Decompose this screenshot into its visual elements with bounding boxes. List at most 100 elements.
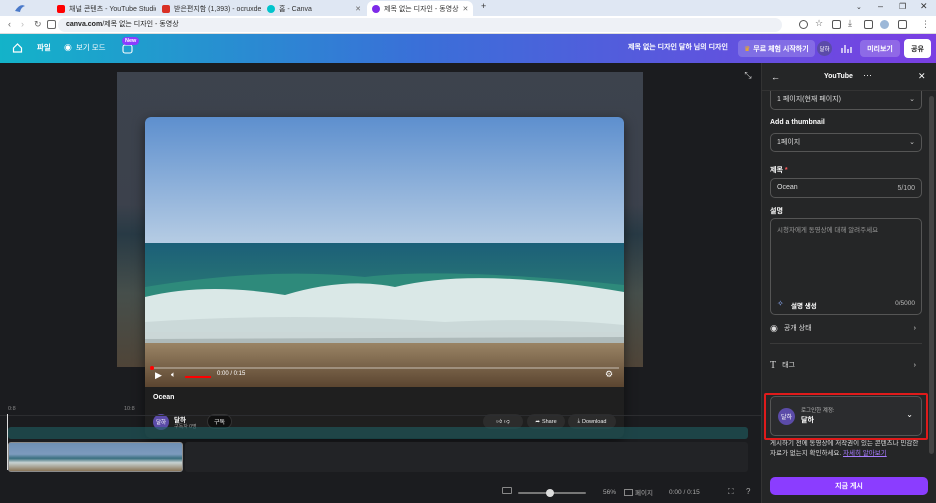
window-close-icon[interactable]: ✕ — [920, 1, 928, 12]
try-free-button[interactable]: ♛ 무료 체험 시작하기 — [738, 40, 815, 57]
browser-tab-bar: 채널 콘텐츠 - YouTube Studio ✕ 받은편지함 (1,393) … — [0, 0, 936, 16]
more-options-icon[interactable]: ··· — [863, 70, 872, 80]
video-progress-track[interactable] — [150, 366, 619, 370]
learn-more-link[interactable]: 자세히 알아보기 — [843, 450, 887, 457]
collapse-icon[interactable]: ⤡ — [739, 70, 757, 84]
tab-search-chevron-icon[interactable]: ⌄ — [856, 3, 862, 11]
sparkle-icon: ✧ — [777, 299, 784, 308]
reload-icon[interactable]: ↻ — [34, 19, 42, 30]
required-mark: * — [784, 167, 788, 174]
profile-icon[interactable] — [880, 20, 889, 29]
user-avatar[interactable]: 달하 — [817, 41, 832, 56]
zoom-slider-thumb[interactable] — [546, 489, 554, 497]
file-menu-button[interactable]: 파일 — [37, 42, 51, 53]
description-textarea[interactable]: 시청자에게 동영상에 대해 알려주세요 ✧ 설명 생성 0/5000 — [770, 218, 922, 315]
share-button[interactable]: 공유 — [904, 39, 931, 58]
close-icon[interactable]: ✕ — [463, 5, 469, 13]
insights-chart-icon[interactable] — [840, 42, 852, 54]
extension-icon[interactable] — [832, 20, 841, 29]
sidebar-icon[interactable] — [898, 20, 907, 29]
notes-icon[interactable] — [502, 487, 512, 494]
back-icon[interactable]: ‹ — [8, 19, 11, 29]
close-icon[interactable]: ✕ — [355, 5, 361, 13]
page-select-value: 1 페이지(현재 페이지) — [777, 96, 841, 103]
audio-track[interactable] — [8, 427, 748, 439]
menu-dots-icon[interactable]: ⋮ — [921, 19, 930, 30]
video-clip[interactable] — [8, 442, 183, 472]
restore-icon[interactable]: ❐ — [899, 2, 906, 11]
preview-button[interactable]: 미리보기 — [860, 40, 900, 57]
timeline-tick: 10:8 — [124, 406, 135, 412]
title-input[interactable]: Ocean 5/100 — [770, 178, 922, 198]
publish-now-button[interactable]: 지금 게시 — [770, 477, 928, 495]
browser-tab-youtube-studio[interactable]: 채널 콘텐츠 - YouTube Studio ✕ — [52, 1, 156, 16]
chevron-down-icon: ⌄ — [909, 139, 915, 146]
chevron-right-icon: › — [913, 324, 916, 332]
visibility-label: 공개 상태 — [783, 325, 812, 332]
timeline-time: 0:00 / 0:15 — [669, 489, 700, 496]
back-arrow-icon[interactable]: ← — [771, 72, 780, 82]
url-field[interactable]: canva.com/제목 없는 디자인 - 동영상 — [58, 18, 782, 32]
tab-label: 채널 콘텐츠 - YouTube Studio — [69, 5, 156, 13]
description-placeholder: 시청자에게 동영상에 대해 알려주세요 — [777, 227, 879, 234]
panel-scrollbar[interactable] — [929, 96, 934, 454]
new-tab-plus-icon[interactable]: + — [481, 1, 486, 11]
url-path: 제목 없는 디자인 - 동영상 — [104, 21, 179, 28]
canva-favicon-icon — [267, 4, 275, 13]
bookmark-star-icon[interactable]: ☆ — [815, 18, 824, 28]
magic-switch-icon — [122, 44, 133, 54]
browser-tab-canva-home[interactable]: 홈 - Canva ✕ — [262, 1, 366, 16]
volume-slider[interactable] — [185, 376, 211, 378]
browser-tab-gmail[interactable]: 받은편지함 (1,393) - ocruxdesign ✕ — [157, 1, 261, 16]
fullscreen-icon[interactable]: ⛶ — [728, 487, 734, 497]
close-panel-icon[interactable]: ✕ — [918, 71, 926, 82]
title-label-text: 제목 — [770, 167, 783, 174]
pages-label: 페이지 — [635, 490, 653, 497]
minimize-icon[interactable]: – — [878, 1, 883, 11]
forward-icon[interactable]: › — [21, 19, 24, 29]
timeline: 0:8 10:8 — [0, 400, 761, 480]
visibility-row[interactable]: ◉ 공개 상태 › — [770, 318, 922, 338]
play-icon[interactable]: ▶ — [155, 370, 162, 381]
thumbnail-select-value: 1페이지 — [777, 139, 801, 146]
try-free-label: 무료 체험 시작하기 — [753, 45, 809, 53]
timeline-ruler: 0:8 10:8 — [0, 404, 761, 416]
gmail-favicon-icon — [162, 4, 170, 13]
video-time: 0:00 / 0:15 — [217, 371, 246, 377]
video-controls: ▶ 🔈︎ 0:00 / 0:15 ⚙ — [145, 366, 624, 387]
design-title-text: 제목 없는 디자인 달하 님의 디자인 — [628, 44, 728, 51]
title-label: 제목 * — [770, 165, 788, 175]
download-icon[interactable]: ⤓ — [848, 18, 857, 28]
pages-button[interactable]: 페이지 — [624, 487, 653, 497]
translate-icon[interactable] — [799, 20, 808, 29]
divider — [770, 343, 922, 344]
screenshot-icon[interactable] — [864, 20, 873, 29]
empty-track[interactable] — [185, 442, 748, 472]
thumbnail-select[interactable]: 1페이지 ⌄ — [770, 133, 922, 152]
design-title[interactable]: 제목 없는 디자인 달하 님의 디자인 — [628, 42, 728, 52]
chevron-right-icon: › — [913, 361, 916, 369]
volume-icon[interactable]: 🔈︎ — [171, 370, 176, 380]
help-icon[interactable]: ? — [746, 487, 750, 496]
ocean-video-frame[interactable] — [145, 117, 624, 387]
panel-header: ← YouTube ··· ✕ — [762, 63, 936, 91]
tags-label: 태그 — [782, 362, 795, 369]
panel-title: YouTube — [824, 73, 853, 80]
site-info-icon[interactable] — [47, 20, 56, 29]
page-select[interactable]: 1 페이지(현재 페이지) ⌄ — [770, 91, 922, 110]
home-button[interactable] — [12, 42, 23, 53]
share-label: 공유 — [911, 45, 924, 53]
settings-gear-icon[interactable]: ⚙ — [605, 369, 613, 380]
tags-row[interactable]: T 태그 › — [770, 355, 922, 375]
zoom-slider[interactable] — [518, 489, 586, 497]
video-progress-fill — [150, 366, 154, 370]
browser-tab-design[interactable]: 제목 없는 디자인 - 동영상 ✕ — [367, 1, 473, 16]
zoom-level[interactable]: 56% — [603, 489, 616, 496]
eye-icon: ◉ — [770, 322, 778, 333]
generate-description-button[interactable]: 설명 생성 — [791, 300, 817, 310]
magic-switch-button[interactable] — [122, 44, 133, 54]
chevron-down-icon: ⌄ — [909, 96, 915, 103]
view-mode-button[interactable]: ◉ 보기 모드 — [64, 42, 106, 53]
description-label: 설명 — [770, 208, 783, 215]
home-icon — [12, 43, 23, 53]
